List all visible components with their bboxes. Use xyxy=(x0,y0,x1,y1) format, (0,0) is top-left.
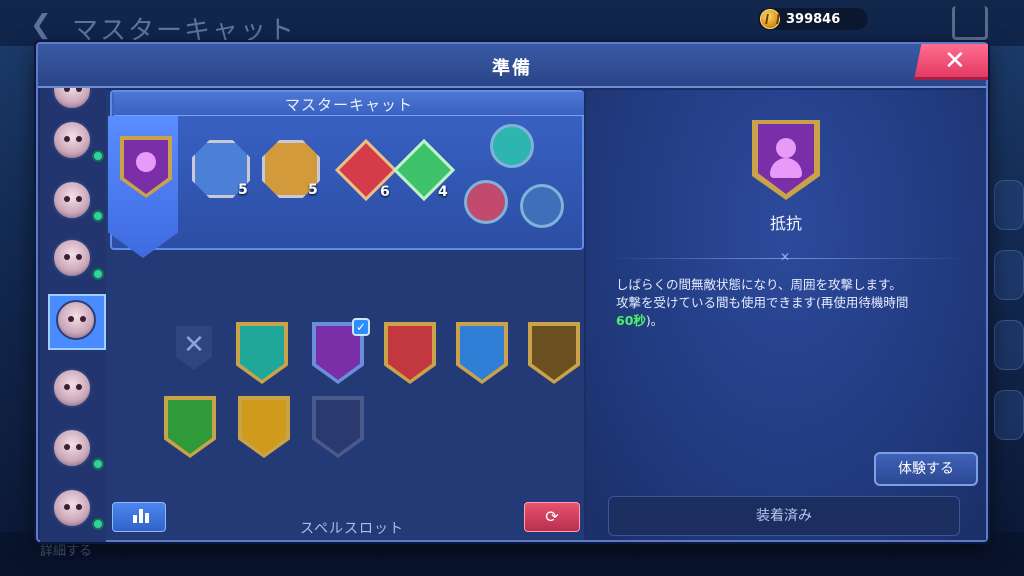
dialog-title: 準備 xyxy=(492,58,532,79)
figure-emblem-icon xyxy=(136,152,156,172)
bar-chart-icon xyxy=(133,515,137,523)
character-avatar xyxy=(52,368,92,408)
spell-option[interactable] xyxy=(236,396,292,460)
character-avatar xyxy=(52,88,92,110)
new-dot-icon xyxy=(92,518,104,530)
character-item[interactable] xyxy=(52,368,100,416)
description-line: しばらくの間無敵状態になり、周囲を攻撃します。 xyxy=(616,277,902,292)
divider-mark-icon: ✕ xyxy=(780,250,791,264)
character-avatar xyxy=(56,300,96,340)
cyan-swirl-rune-icon xyxy=(490,124,534,168)
new-dot-icon xyxy=(92,268,104,280)
side-button[interactable] xyxy=(994,320,1024,370)
spell-slot-panel: マスターキャット 5 5 6 4 ✕ ✓ スペルスロット ⟳ xyxy=(106,90,584,540)
equipped-button[interactable]: 装着済み xyxy=(608,496,960,536)
spell-name: 抵抗 xyxy=(769,214,802,233)
slot-panel-title-bar: マスターキャット xyxy=(114,92,584,116)
description-line: 60秒)。 xyxy=(616,312,966,330)
spell-option[interactable] xyxy=(382,322,438,386)
try-button[interactable]: 体験する xyxy=(874,452,978,486)
close-icon: ✕ xyxy=(944,46,966,76)
character-item-selected[interactable]: ❮ xyxy=(48,294,106,352)
close-button[interactable]: ✕ xyxy=(914,44,988,80)
spell-slot-label: スペルスロット xyxy=(299,521,405,537)
spell-option[interactable] xyxy=(526,322,582,386)
spell-option[interactable] xyxy=(162,396,218,460)
bar-chart-icon xyxy=(145,513,149,523)
character-item[interactable] xyxy=(52,428,104,476)
description-tail: )。 xyxy=(645,313,664,328)
rune-slot[interactable] xyxy=(520,184,564,228)
side-button[interactable] xyxy=(994,390,1024,440)
spell-detail-panel: 抵抗 ✕ しばらくの間無敵状態になり、周囲を攻撃します。 攻撃を受けている間も使… xyxy=(586,90,986,540)
home-icon[interactable] xyxy=(952,6,988,40)
character-item[interactable] xyxy=(52,88,100,118)
character-item[interactable] xyxy=(52,120,104,168)
blue-dash-rune-icon xyxy=(520,184,564,228)
preparation-dialog: 準備 ✕ ❮ マスターキャット xyxy=(36,42,988,542)
figure-emblem-icon xyxy=(776,138,796,158)
refresh-icon: ⟳ xyxy=(545,507,559,526)
slot-panel-title: マスターキャット xyxy=(284,96,413,114)
character-item[interactable] xyxy=(52,238,104,286)
badge-slot[interactable]: 4 xyxy=(392,138,456,202)
spell-option-selected[interactable]: ✓ xyxy=(310,318,370,386)
slot-panel-bottom-bar: スペルスロット ⟳ xyxy=(112,502,580,538)
refresh-button[interactable]: ⟳ xyxy=(524,502,580,532)
character-item[interactable] xyxy=(52,488,104,536)
character-avatar xyxy=(52,120,92,160)
badge-slot[interactable]: 6 xyxy=(334,138,398,202)
character-avatar xyxy=(52,180,92,220)
pink-eye-rune-icon xyxy=(464,180,508,224)
new-dot-icon xyxy=(92,150,104,162)
spell-option[interactable] xyxy=(310,396,366,460)
character-list[interactable]: ❮ xyxy=(40,88,106,542)
gold-coin-icon xyxy=(760,9,780,29)
rune-slot[interactable] xyxy=(490,124,534,168)
badge-level: 6 xyxy=(380,184,390,200)
spell-option[interactable] xyxy=(234,322,290,386)
badge-level: 5 xyxy=(308,182,318,198)
spell-description: しばらくの間無敵状態になり、周囲を攻撃します。 攻撃を受けている間も使用できます… xyxy=(616,276,966,330)
badge-level: 5 xyxy=(238,182,248,198)
dialog-header: 準備 xyxy=(38,44,986,88)
stats-button[interactable] xyxy=(112,502,166,532)
detail-spell-icon xyxy=(752,120,820,200)
character-item[interactable] xyxy=(52,180,104,228)
character-avatar xyxy=(52,428,92,468)
checkmark-icon: ✓ xyxy=(352,318,370,336)
new-dot-icon xyxy=(92,210,104,222)
new-dot-icon xyxy=(92,458,104,470)
background-header: ❮ マスターキャット xyxy=(0,0,1024,46)
badge-slot[interactable]: 5 xyxy=(262,140,320,198)
character-avatar xyxy=(52,488,92,528)
side-button[interactable] xyxy=(994,180,1024,230)
badge-level: 4 xyxy=(438,184,448,200)
character-avatar xyxy=(52,238,92,278)
badge-slot[interactable]: 5 xyxy=(192,140,250,198)
currency-display: 399846 xyxy=(758,8,868,30)
equipped-spell[interactable] xyxy=(118,136,174,200)
rune-slot[interactable] xyxy=(464,180,508,224)
empty-slot-icon[interactable]: ✕ xyxy=(176,326,212,370)
back-arrow-icon[interactable]: ❮ xyxy=(30,10,52,40)
description-line: 攻撃を受けている間も使用できます(再使用待機時間 xyxy=(616,295,909,310)
cooldown-value: 60秒 xyxy=(616,313,646,328)
bar-chart-icon xyxy=(139,509,143,523)
side-button[interactable] xyxy=(994,250,1024,300)
background-bottom-label: 詳細する xyxy=(40,544,93,559)
spell-option[interactable] xyxy=(454,322,510,386)
currency-amount: 399846 xyxy=(786,11,841,27)
